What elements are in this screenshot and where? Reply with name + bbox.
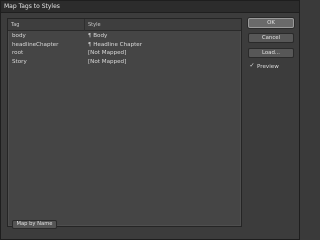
list-rows: body ¶ Body headlineChapter ¶ Headline Cha… [8, 32, 241, 66]
table-row[interactable]: root [Not Mapped] [8, 49, 241, 58]
style-name: Headline Chapter [93, 41, 143, 48]
column-header-style[interactable]: Style [84, 19, 241, 31]
preview-option[interactable]: ✓ Preview [249, 63, 279, 71]
list-header: Tag Style [8, 19, 241, 31]
style-name: [Not Mapped] [88, 58, 127, 65]
tag-cell: Story [12, 58, 27, 65]
paragraph-style-icon: ¶ [88, 33, 92, 39]
style-name: Body [93, 33, 108, 39]
table-row[interactable]: headlineChapter ¶ Headline Chapter [8, 41, 241, 50]
paragraph-style-icon: ¶ [88, 41, 92, 48]
map-tags-dialog: Map Tags to Styles Tag Style body ¶ Body … [0, 0, 300, 240]
style-cell[interactable]: [Not Mapped] [88, 49, 126, 58]
table-row[interactable]: body ¶ Body [8, 32, 241, 41]
preview-label: Preview [257, 64, 279, 70]
column-header-tag[interactable]: Tag [8, 19, 84, 31]
preview-checkbox[interactable]: ✓ [249, 63, 255, 69]
style-name: [Not Mapped] [88, 50, 127, 56]
map-by-name-button[interactable]: Map by Name [12, 220, 57, 229]
table-row[interactable]: Story [Not Mapped] [8, 58, 241, 67]
style-cell[interactable]: [Not Mapped] [88, 58, 126, 67]
ok-button[interactable]: OK [248, 18, 294, 28]
tag-cell: root [12, 50, 24, 56]
tag-style-list[interactable]: Tag Style body ¶ Body headlineChapter ¶ He… [7, 18, 242, 227]
tag-cell: body [12, 33, 26, 39]
style-cell[interactable]: ¶ Body [88, 32, 107, 41]
style-cell[interactable]: ¶ Headline Chapter [88, 41, 142, 50]
load-button[interactable]: Load... [248, 48, 294, 58]
cancel-button[interactable]: Cancel [248, 33, 294, 43]
tag-cell: headlineChapter [12, 41, 59, 48]
dialog-title: Map Tags to Styles [1, 1, 299, 13]
